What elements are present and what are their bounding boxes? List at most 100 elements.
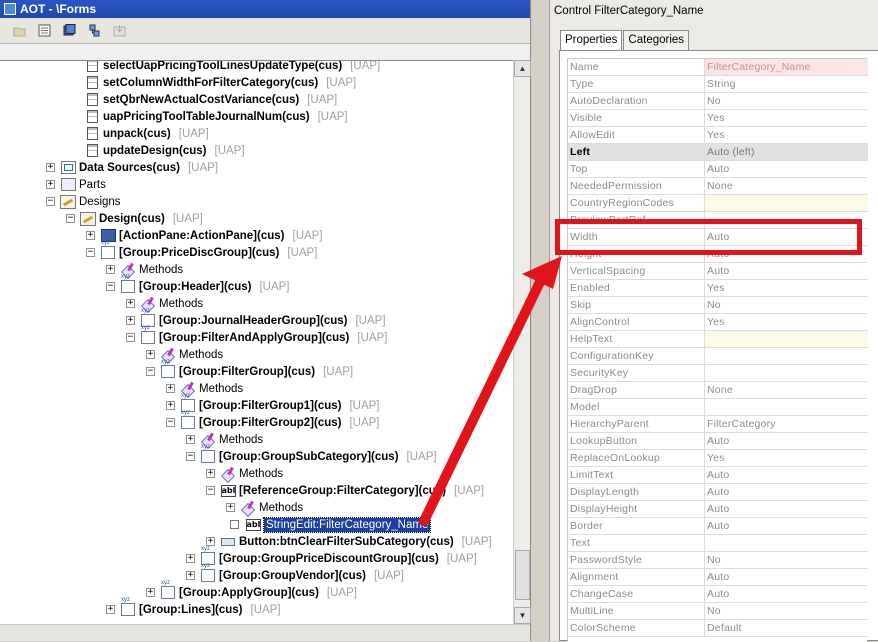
property-row-model[interactable]: Model [568,399,868,416]
property-value[interactable]: No [705,552,868,568]
tree-node-group[interactable]: − [Group:FilterAndApplyGroup](cus) [UAP] [126,325,387,346]
tree-node-method[interactable]: setColumnWidthForFilterCategory(cus) [UA… [84,74,356,91]
collapse-toggle[interactable]: − [106,282,115,291]
property-value[interactable] [705,348,868,364]
property-row-alignment[interactable]: Alignment Auto [568,569,868,586]
tree-node-methods[interactable]: + Methods [186,431,263,448]
property-value[interactable] [705,331,868,347]
property-row-passwordstyle[interactable]: PasswordStyle No [568,552,868,569]
property-row-colorscheme[interactable]: ColorScheme Default [568,620,868,637]
property-value[interactable]: Yes [705,314,868,330]
tree-node-group[interactable]: + [Group:GroupVendor](cus) [UAP] [186,563,404,584]
property-value[interactable]: None [705,382,868,398]
collapse-toggle[interactable]: − [86,248,95,257]
property-row-lookupbutton[interactable]: LookupButton Auto [568,433,868,450]
property-row-neededpermission[interactable]: NeededPermission None [568,178,868,195]
collapse-toggle[interactable]: − [186,452,195,461]
tree-node-methods[interactable]: + Methods [106,261,183,278]
expand-toggle[interactable]: + [186,554,195,563]
property-value[interactable]: Yes [705,280,868,296]
tree-node-action-pane[interactable]: + [ActionPane:ActionPane](cus) [UAP] [86,227,323,244]
property-value[interactable] [705,535,868,551]
tree-vertical-scrollbar[interactable]: ▲ ▼ [513,60,531,624]
tree-node-method[interactable]: setQbrNewActualCostVariance(cus) [UAP] [84,91,337,108]
property-row-dragdrop[interactable]: DragDrop None [568,382,868,399]
import-button[interactable] [110,21,129,40]
tree-node-group[interactable]: + [Group:JournalHeaderGroup](cus) [UAP] [126,308,386,329]
expand-toggle[interactable]: + [86,231,95,240]
aot-title-bar[interactable]: AOT - \Forms [0,0,530,18]
tree-node-design[interactable]: − Design(cus) [UAP] [66,210,203,227]
collapse-toggle[interactable]: − [66,214,75,223]
expand-toggle[interactable]: + [166,384,175,393]
property-value[interactable]: String [705,76,868,92]
property-value[interactable]: Auto [705,484,868,500]
expand-toggle[interactable]: + [146,588,155,597]
tree-node-group[interactable]: − [Group:GroupSubCategory](cus) [UAP] [186,444,437,465]
expand-toggle[interactable]: + [186,435,195,444]
tree-node-method[interactable]: unpack(cus) [UAP] [84,125,209,142]
collapse-toggle[interactable]: − [166,418,175,427]
expand-toggle[interactable]: + [106,605,115,614]
property-row-allowedit[interactable]: AllowEdit Yes [568,127,868,144]
collapse-toggle[interactable]: − [46,197,55,206]
tree-node-methods[interactable]: + Methods [166,380,243,397]
property-value[interactable]: Auto [705,433,868,449]
property-row-visible[interactable]: Visible Yes [568,110,868,127]
tree-node-group[interactable]: − [Group:PriceDiscGroup](cus) [UAP] [86,240,317,261]
property-value[interactable]: Auto [705,518,868,534]
property-row-multiline[interactable]: MultiLine No [568,603,868,620]
property-value[interactable]: Yes [705,127,868,143]
property-row-replaceonlookup[interactable]: ReplaceOnLookup Yes [568,450,868,467]
expand-toggle[interactable]: + [226,503,235,512]
expand-toggle[interactable]: + [106,265,115,274]
property-value[interactable] [705,195,868,211]
expand-toggle[interactable]: + [166,401,175,410]
property-value[interactable]: Auto [705,586,868,602]
tab-categories[interactable]: Categories [623,30,690,50]
property-row-text[interactable]: Text [568,535,868,552]
property-value[interactable]: FilterCategory_Name [705,59,868,75]
property-row-verticalspacing[interactable]: VerticalSpacing Auto [568,263,868,280]
expand-toggle[interactable]: + [206,537,215,546]
aot-tree[interactable]: selectUapPricingToolLinesUpdateType(cus)… [0,60,513,624]
save-all-button[interactable] [60,21,79,40]
property-row-enabled[interactable]: Enabled Yes [568,280,868,297]
property-value[interactable]: FilterCategory [705,416,868,432]
collapse-toggle[interactable]: − [146,367,155,376]
property-row-border[interactable]: Border Auto [568,518,868,535]
tree-node-button[interactable]: + Button:btnClearFilterSubCategory(cus) … [206,533,492,550]
property-value[interactable]: None [705,178,868,194]
tree-node-group[interactable]: − [Group:FilterGroup](cus) [UAP] [146,359,353,380]
property-value[interactable] [705,365,868,381]
expand-toggle[interactable]: + [46,180,55,189]
property-row-name[interactable]: Name FilterCategory_Name [568,59,868,76]
scroll-down-icon[interactable]: ▼ [514,607,531,624]
property-row-hierarchyparent[interactable]: HierarchyParent FilterCategory [568,416,868,433]
expand-toggle[interactable]: + [206,469,215,478]
property-row-configurationkey[interactable]: ConfigurationKey [568,348,868,365]
scroll-up-icon[interactable]: ▲ [514,60,531,77]
property-value[interactable]: Yes [705,110,868,126]
tree-node-string-edit[interactable]: abl StringEdit:FilterCategory_Name [226,516,432,533]
properties-button[interactable] [35,21,54,40]
tree-node-group[interactable]: + [Group:ApplyGroup](cus) [UAP] [146,580,357,601]
tree-node-designs[interactable]: − Designs [46,193,121,210]
property-row-countryregioncodes[interactable]: CountryRegionCodes [568,195,868,212]
property-value[interactable] [705,399,868,415]
property-row-aligncontrol[interactable]: AlignControl Yes [568,314,868,331]
property-row-skip[interactable]: Skip No [568,297,868,314]
property-row-type[interactable]: Type String [568,76,868,93]
tree-node-methods[interactable]: + Methods [146,346,223,363]
property-value[interactable]: No [705,93,868,109]
property-value[interactable]: Auto [705,467,868,483]
expand-toggle[interactable]: + [146,350,155,359]
property-value[interactable]: Default [705,620,868,636]
tree-node-methods[interactable]: + Methods [126,295,203,312]
property-value[interactable]: Auto [705,161,868,177]
property-row-limittext[interactable]: LimitText Auto [568,467,868,484]
expand-toggle[interactable]: + [126,316,135,325]
property-row-top[interactable]: Top Auto [568,161,868,178]
property-row-autodeclaration[interactable]: AutoDeclaration No [568,93,868,110]
tree-horizontal-scrollbar[interactable] [0,624,530,641]
